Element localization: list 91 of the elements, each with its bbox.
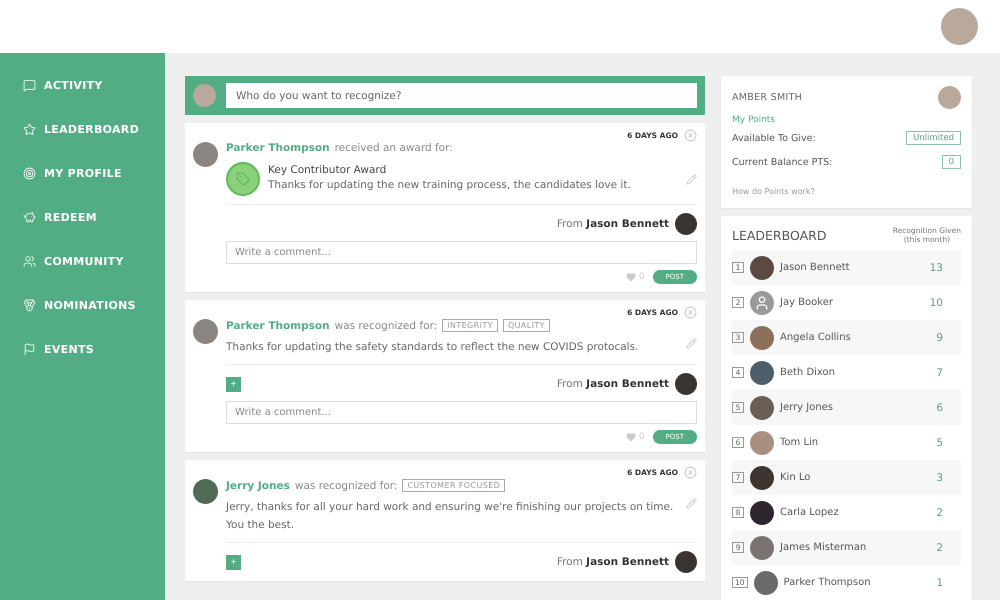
- avatar: [750, 500, 774, 524]
- recognition-count: 13: [930, 262, 943, 274]
- heart-icon[interactable]: [626, 432, 636, 442]
- avatar: [750, 430, 774, 454]
- leaderboard-name: Kin Lo: [780, 472, 812, 483]
- avatar: [193, 84, 216, 107]
- award-title: Key Contributor Award: [268, 164, 388, 176]
- leaderboard-name: James Misterman: [780, 542, 868, 553]
- value-tag: QUALITY: [502, 319, 550, 332]
- leaderboard-name: Beth Dixon: [780, 367, 836, 378]
- user-avatar[interactable]: [941, 8, 978, 45]
- avatar: [193, 479, 218, 504]
- close-icon[interactable]: [684, 466, 697, 479]
- recognition-count: 2: [936, 542, 943, 554]
- name-link[interactable]: Jerry Jones: [226, 480, 290, 492]
- leaderboard-name: Tom Lin: [780, 437, 820, 448]
- name-link[interactable]: Parker Thompson: [226, 142, 330, 154]
- from-text: From Jason Bennett: [556, 218, 669, 230]
- recognition-count: 10: [930, 296, 943, 308]
- award-badge-icon: [226, 162, 260, 196]
- value-tag: INTEGRITY: [442, 319, 498, 332]
- recognition-count: 7: [936, 366, 943, 378]
- medal-icon: [23, 298, 36, 312]
- flag-icon: [23, 342, 36, 356]
- leaderboard-name: Jerry Jones: [780, 402, 834, 413]
- nav-item[interactable]: EVENTS: [0, 339, 165, 359]
- avatar: [750, 256, 774, 280]
- leaderboard-name: Angela Collins: [780, 332, 852, 343]
- points-label: Current Balance PTS:: [732, 156, 832, 168]
- nav-item[interactable]: LEADERBOARD: [0, 119, 165, 139]
- avatar: [675, 213, 697, 235]
- avatar: [750, 466, 774, 490]
- avatar: [938, 86, 961, 109]
- points-title: My Points: [732, 115, 776, 125]
- message-text: Thanks for updating the new training process, the candidates love it.: [268, 178, 632, 193]
- avatar: [193, 319, 218, 344]
- recognition-count: 3: [936, 472, 943, 484]
- recognition-count: 6: [936, 402, 943, 414]
- avatar: [675, 551, 697, 573]
- nav-item[interactable]: ACTIVITY: [0, 75, 165, 95]
- pencil-icon[interactable]: [686, 498, 697, 509]
- speech-bubble-icon: [23, 78, 36, 92]
- close-icon[interactable]: [684, 306, 697, 319]
- star-icon: [23, 122, 36, 136]
- target-icon: [23, 166, 36, 180]
- avatar: [750, 360, 774, 384]
- heart-icon[interactable]: [626, 272, 636, 282]
- name-link[interactable]: Parker Thompson: [226, 320, 330, 332]
- headline-text: was recognized for:: [294, 480, 398, 492]
- points-value: 0: [942, 155, 961, 169]
- recognition-count: 5: [936, 436, 943, 448]
- avatar: [675, 373, 697, 395]
- message-text: Jerry, thanks for all your hard work and ensuring we're finishing our projects on time. You the best.: [226, 500, 674, 533]
- nav-item[interactable]: NOMINATIONS: [0, 295, 165, 315]
- headline-text: was recognized for:: [334, 320, 438, 332]
- avatar: [750, 396, 774, 420]
- avatar: [750, 326, 774, 350]
- from-text: From Jason Bennett: [556, 556, 669, 568]
- leaderboard-name: Parker Thompson: [784, 577, 872, 588]
- headline-text: received an award for:: [334, 142, 453, 154]
- recognition-count: 2: [936, 506, 943, 518]
- avatar: [754, 570, 778, 594]
- message-text: Thanks for updating the safety standards to reflect the new COVIDS protocals.: [226, 340, 640, 355]
- pencil-icon[interactable]: [686, 338, 697, 349]
- leaderboard-title: LEADERBOARD: [732, 228, 826, 242]
- avatar: [750, 536, 774, 560]
- comment-field[interactable]: Write a comment...: [226, 241, 697, 264]
- generic-user-icon: [750, 290, 774, 314]
- points-value: Unlimited: [906, 131, 961, 145]
- from-text: From Jason Bennett: [556, 378, 669, 390]
- nav-item[interactable]: REDEEM: [0, 207, 165, 227]
- value-tag: CUSTOMER FOCUSED: [402, 479, 506, 492]
- nav-item[interactable]: COMMUNITY: [0, 251, 165, 271]
- profile-name: AMBER SMITH: [732, 92, 802, 103]
- pencil-icon[interactable]: [686, 174, 697, 184]
- piggy-bank-icon: [23, 210, 36, 224]
- avatar: [193, 142, 218, 167]
- add-button[interactable]: +: [226, 376, 241, 392]
- leaderboard-name: Jason Bennett: [780, 262, 851, 273]
- add-button[interactable]: +: [226, 554, 241, 570]
- comment-field[interactable]: Write a comment...: [226, 401, 697, 424]
- recognition-count: 9: [936, 332, 943, 344]
- leaderboard-name: Jay Booker: [780, 297, 834, 308]
- nav-item[interactable]: MY PROFILE: [0, 163, 165, 183]
- help-link[interactable]: How do Points work?: [732, 187, 815, 196]
- recognize-field[interactable]: Who do you want to recognize?: [226, 83, 697, 108]
- recognition-count: 1: [936, 576, 943, 588]
- points-label: Available To Give:: [732, 132, 816, 144]
- leaderboard-name: Carla Lopez: [780, 507, 840, 518]
- people-icon: [23, 254, 36, 268]
- close-icon[interactable]: [684, 129, 697, 142]
